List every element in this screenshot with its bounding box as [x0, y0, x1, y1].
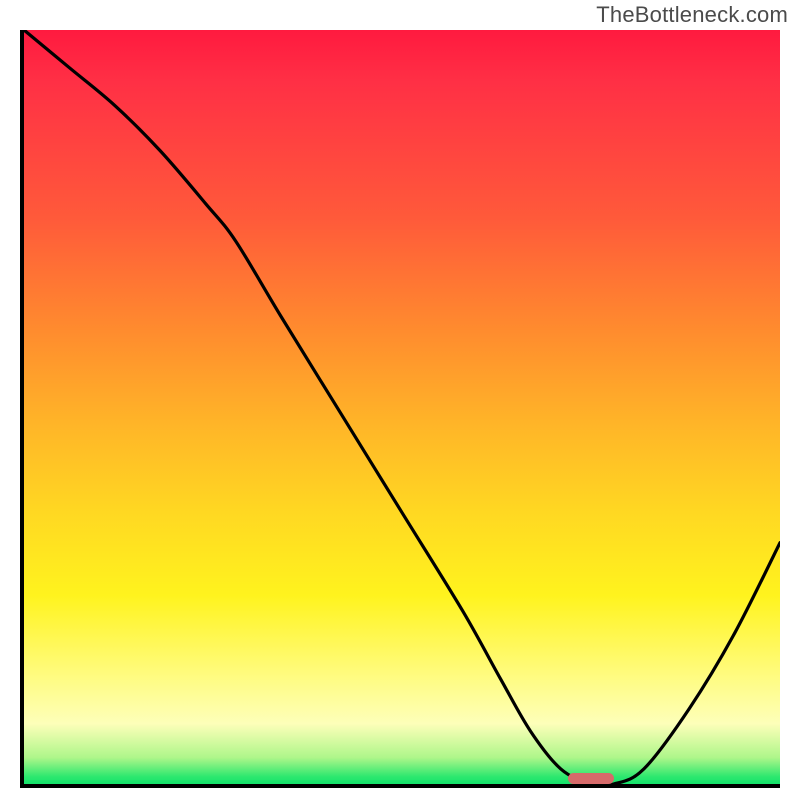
optimum-marker: [568, 773, 613, 784]
bottleneck-curve: [24, 30, 780, 784]
plot-area: [20, 30, 780, 788]
watermark-text: TheBottleneck.com: [596, 2, 788, 28]
chart-frame: TheBottleneck.com: [0, 0, 800, 800]
